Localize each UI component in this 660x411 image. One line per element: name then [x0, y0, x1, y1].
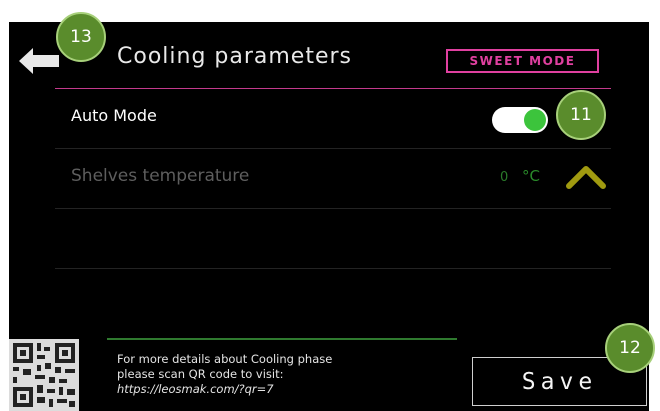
page-title: Cooling parameters [117, 44, 353, 69]
shelves-temperature-value: 0 [500, 170, 509, 185]
callout-badge-save: 12 [605, 323, 655, 373]
back-button[interactable] [17, 46, 61, 76]
mode-badge: SWEET MODE [446, 49, 599, 73]
chevron-up-icon [566, 166, 606, 189]
callout-badge-back: 13 [56, 12, 106, 62]
shelves-temperature-label: Shelves temperature [71, 166, 250, 186]
auto-mode-label: Auto Mode [71, 106, 157, 125]
temperature-unit: °C [522, 167, 540, 185]
callout-badge-toggle: 11 [556, 90, 606, 140]
toggle-knob [524, 109, 546, 131]
temperature-adjust-button[interactable] [565, 164, 607, 190]
qr-info-text: For more details about Cooling phase ple… [117, 352, 332, 397]
info-line-1: For more details about Cooling phase [117, 352, 333, 366]
qr-code [9, 339, 79, 411]
auto-mode-row: Auto Mode [55, 89, 611, 149]
arrow-left-icon [19, 48, 59, 74]
empty-row [55, 209, 611, 269]
footer-divider [107, 338, 457, 340]
shelves-temperature-row: Shelves temperature 0 °C [55, 149, 611, 209]
info-url: https://leosmak.com/?qr=7 [117, 382, 274, 396]
device-screen: Cooling parameters SWEET MODE Auto Mode … [9, 22, 649, 411]
info-line-2: please scan QR code to visit: [117, 367, 284, 381]
auto-mode-toggle[interactable] [492, 107, 548, 133]
